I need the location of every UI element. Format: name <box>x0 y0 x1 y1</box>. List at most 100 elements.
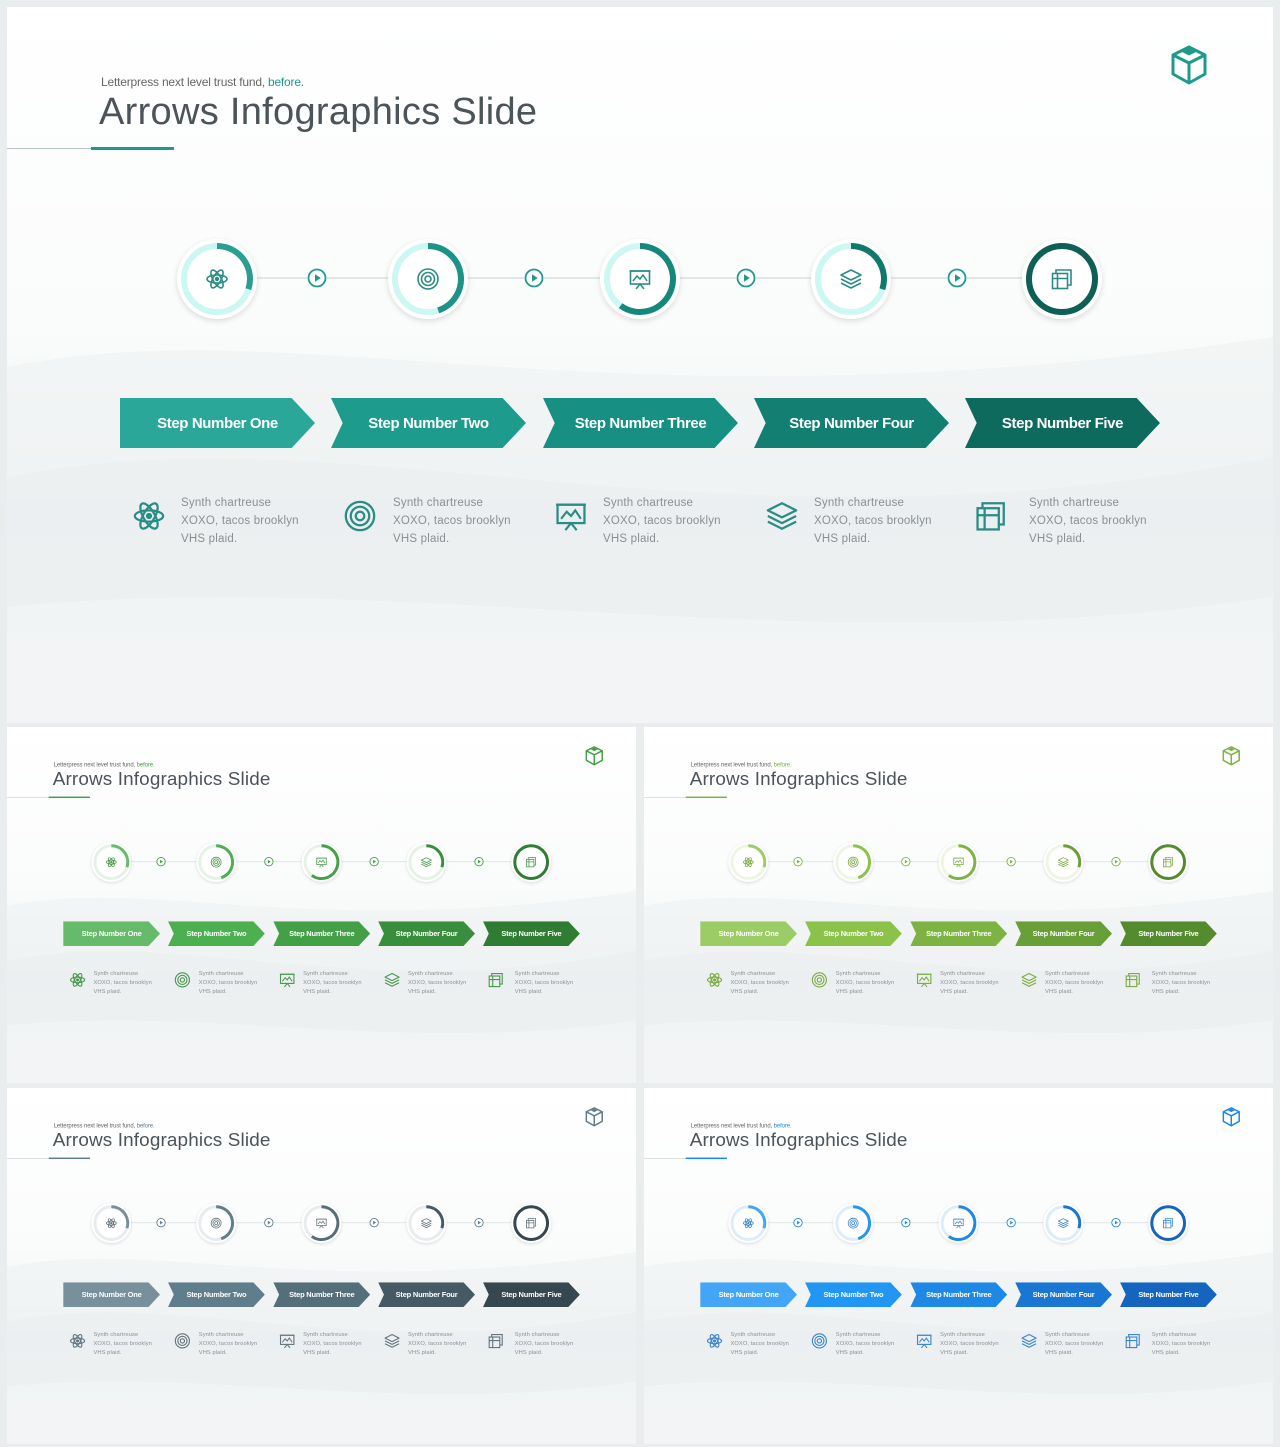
description-line: Synth chartreuse <box>514 970 560 977</box>
description-line: VHS plaid. <box>730 988 759 995</box>
layers-icon <box>1021 1333 1037 1348</box>
presentation-board-icon <box>279 973 295 988</box>
description-line: Synth chartreuse <box>514 1331 560 1338</box>
description-line: VHS plaid. <box>514 1349 543 1356</box>
description-line: VHS plaid. <box>181 533 238 545</box>
description-line: Synth chartreuse <box>940 970 985 977</box>
description-line: VHS plaid. <box>940 988 969 995</box>
slide-title: Arrows Infographics Slide <box>52 1129 271 1151</box>
description-line: VHS plaid. <box>1044 988 1073 995</box>
description-line: XOXO, tacos brooklyn <box>730 1340 789 1347</box>
step-description-5: Synth chartreuse XOXO, tacos brooklyn VHS … <box>1029 494 1169 548</box>
slide-title: Arrows Infographics Slide <box>689 768 908 790</box>
description-line: XOXO, tacos brooklyn <box>514 1340 574 1347</box>
description-line: VHS plaid. <box>93 988 122 995</box>
description-line: VHS plaid. <box>514 988 543 995</box>
description-line: XOXO, tacos brooklyn <box>730 979 789 986</box>
description-line: VHS plaid. <box>730 1349 759 1356</box>
stacked-pages-icon <box>976 502 1005 531</box>
slide-preview-slate[interactable]: Letterpress next level trust fund,before… <box>7 1088 636 1444</box>
target-icon <box>811 972 827 988</box>
atom-icon <box>69 1334 86 1348</box>
atom-icon <box>742 857 754 867</box>
description-line: Synth chartreuse <box>1029 497 1120 509</box>
presentation-board-icon <box>629 270 651 290</box>
play-circle-icon <box>524 268 544 288</box>
play-circle-icon <box>1111 1217 1121 1228</box>
description-line: XOXO, tacos brooklyn <box>407 979 467 986</box>
progress-ring-5 <box>511 1203 552 1244</box>
progress-ring-5 <box>1148 842 1189 883</box>
presentation-board-icon <box>916 973 932 988</box>
description-line: XOXO, tacos brooklyn <box>181 515 299 527</box>
description-line: VHS plaid. <box>407 1349 436 1356</box>
step-description-1: Synth chartreuse XOXO, tacos brooklyn VHS … <box>93 969 163 996</box>
target-icon <box>811 1333 827 1349</box>
description-line: Synth chartreuse <box>93 970 139 977</box>
description-line: XOXO, tacos brooklyn <box>1044 1340 1104 1347</box>
stacked-pages-icon <box>526 857 537 868</box>
description-line: VHS plaid. <box>814 533 871 545</box>
atom-icon <box>133 502 165 530</box>
stacked-pages-icon <box>1125 1333 1140 1349</box>
step-description-1: Synth chartreuse XOXO, tacos brooklyn VHS … <box>93 1330 163 1357</box>
cube-logo-icon <box>585 1107 603 1127</box>
description-line: VHS plaid. <box>303 988 332 995</box>
step-arrow-3: Step Number Three <box>543 398 738 448</box>
step-description-4: Synth chartreuse XOXO, tacos brooklyn VHS … <box>814 494 954 548</box>
layers-icon <box>766 502 798 530</box>
stacked-pages-icon <box>488 1333 503 1349</box>
step-description-2: Synth chartreuse XOXO, tacos brooklyn VHS … <box>393 494 533 548</box>
play-circle-icon <box>736 268 756 288</box>
description-line: Synth chartreuse <box>407 970 453 977</box>
step-arrow-5: Step Number Five <box>1119 921 1217 947</box>
slide-subtitle: Letterpress next level trust fund,before… <box>53 760 155 768</box>
play-circle-icon <box>474 1217 484 1228</box>
subtitle-accent-word: before. <box>773 1121 792 1129</box>
step-arrow-2: Step Number Two <box>167 921 265 947</box>
step-arrow-1: Step Number One <box>120 398 315 448</box>
description-line: VHS plaid. <box>1151 988 1180 995</box>
stacked-pages-icon <box>1163 1218 1174 1229</box>
step-description-4: Synth chartreuse XOXO, tacos brooklyn VHS … <box>408 969 478 996</box>
step-arrow-4: Step Number Four <box>1015 921 1113 947</box>
step-description-2: Synth chartreuse XOXO, tacos brooklyn VHS … <box>199 1330 269 1357</box>
slide-preview-blue[interactable]: Letterpress next level trust fund,before… <box>644 1088 1273 1444</box>
layers-icon <box>1057 1218 1069 1229</box>
progress-ring-3 <box>301 842 342 883</box>
description-line: Synth chartreuse <box>1044 1331 1090 1338</box>
play-circle-icon <box>1006 1217 1017 1228</box>
presentation-board-icon <box>556 503 586 531</box>
description-line: XOXO, tacos brooklyn <box>603 515 721 527</box>
description-line: VHS plaid. <box>93 1349 122 1356</box>
step-arrow-5: Step Number Five <box>482 1282 580 1308</box>
step-description-4: Synth chartreuse XOXO, tacos brooklyn VHS … <box>1045 1330 1115 1357</box>
play-circle-icon <box>263 856 274 867</box>
description-line: Synth chartreuse <box>835 1331 881 1338</box>
description-line: XOXO, tacos brooklyn <box>198 1340 258 1347</box>
target-icon <box>174 972 190 988</box>
description-line: XOXO, tacos brooklyn <box>835 1340 895 1347</box>
description-line: XOXO, tacos brooklyn <box>93 1340 152 1347</box>
description-line: VHS plaid. <box>303 1349 332 1356</box>
step-description-1: Synth chartreuse XOXO, tacos brooklyn VHS … <box>730 1330 800 1357</box>
description-line: VHS plaid. <box>1044 1349 1073 1356</box>
atom-icon <box>105 857 117 867</box>
progress-ring-1 <box>728 842 769 883</box>
title-underline-accent <box>48 1157 90 1160</box>
slide-preview-lime[interactable]: Letterpress next level trust fund,before… <box>644 727 1273 1083</box>
play-circle-icon <box>263 1217 274 1228</box>
play-circle-icon <box>793 856 803 867</box>
description-line: VHS plaid. <box>940 1349 969 1356</box>
slide-preview-teal[interactable]: Letterpress next level trust fund, before… <box>7 7 1273 723</box>
progress-ring-2 <box>833 1203 874 1244</box>
step-arrow-3: Step Number Three <box>273 921 371 947</box>
progress-ring-2 <box>196 1203 237 1244</box>
slide-preview-green[interactable]: Letterpress next level trust fund,before… <box>7 727 636 1083</box>
step-arrow-4: Step Number Four <box>1015 1282 1113 1308</box>
description-line: Synth chartreuse <box>1151 970 1197 977</box>
step-description-3: Synth chartreuse XOXO, tacos brooklyn VHS … <box>303 1330 373 1357</box>
description-line: XOXO, tacos brooklyn <box>835 979 895 986</box>
step-arrow-1: Step Number One <box>63 1282 161 1308</box>
description-line: VHS plaid. <box>835 988 864 995</box>
